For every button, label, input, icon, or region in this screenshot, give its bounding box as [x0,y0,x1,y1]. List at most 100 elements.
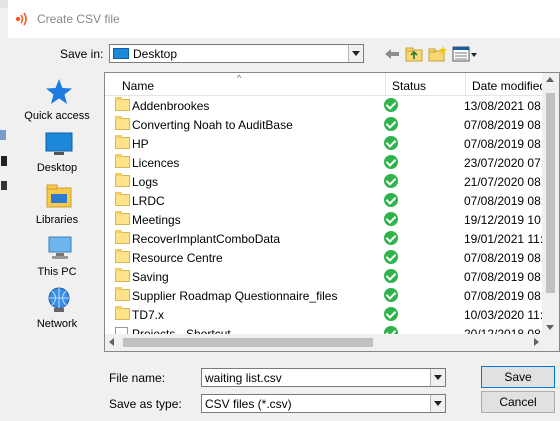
title-bar[interactable]: Create CSV file [8,0,560,38]
list-header: ^ Name Status Date modified [105,73,559,96]
save-button[interactable]: Save [481,366,555,388]
status-ok-icon [384,231,398,245]
folder-icon [115,211,130,225]
file-date-modified: 21/07/2020 08: [464,175,545,189]
folder-icon [115,116,130,130]
place-this-pc[interactable]: This PC [12,234,102,284]
status-ok-icon [384,288,398,302]
chevron-down-icon[interactable] [348,45,363,62]
place-desktop[interactable]: Desktop [12,130,102,180]
file-name: Supplier Roadmap Questionnaire_files [132,289,338,303]
table-row[interactable]: Addenbrookes 13/08/2021 08: [105,96,545,115]
file-date-modified: 23/07/2020 07: [464,156,545,170]
create-csv-dialog: Create CSV file Save in: Desktop Quick a… [8,0,560,421]
table-row[interactable]: Supplier Roadmap Questionnaire_files 07/0… [105,286,545,305]
status-ok-icon [384,269,398,283]
cancel-button[interactable]: Cancel [481,391,555,413]
file-date-modified: 07/08/2019 08: [464,118,545,132]
new-folder-icon[interactable] [428,45,448,63]
place-quick-access[interactable]: Quick access [12,78,102,128]
background-toolbar [0,0,8,8]
dialog-title: Create CSV file [37,12,120,26]
folder-icon [115,230,130,244]
status-ok-icon [384,212,398,226]
scroll-thumb[interactable] [123,338,373,347]
place-label: Network [36,318,78,330]
save-in-value: Desktop [133,47,178,61]
scrollbar-corner [542,334,559,351]
table-row[interactable]: HP 07/08/2019 08: [105,134,545,153]
background-fragment [1,181,7,190]
table-row[interactable]: Saving 07/08/2019 08: [105,267,545,286]
horizontal-scrollbar[interactable] [105,334,543,351]
save-as-type-dropdown[interactable]: CSV files (*.csv) [201,394,446,413]
computer-icon [48,236,72,259]
table-row[interactable]: Meetings 19/12/2019 10: [105,210,545,229]
place-label: Libraries [35,214,79,226]
column-divider[interactable] [385,73,386,95]
file-date-modified: 10/03/2020 11: [464,308,544,322]
file-name: Addenbrookes [132,99,210,113]
table-row[interactable]: LRDC 07/08/2019 08: [105,191,545,210]
view-menu-icon[interactable] [452,45,478,63]
file-list[interactable]: ^ Name Status Date modified Addenbrookes… [104,72,560,352]
column-header-status[interactable]: Status [392,79,426,93]
column-header-date[interactable]: Date modified [472,79,546,93]
chevron-down-icon[interactable] [430,369,445,386]
folder-icon [115,135,130,149]
file-name-label: File name: [109,371,166,385]
table-row[interactable]: Licences 23/07/2020 07: [105,153,545,172]
back-arrow-icon[interactable] [382,45,402,63]
table-row[interactable]: Logs 21/07/2020 08: [105,172,545,191]
folder-icon [115,306,130,320]
place-libraries[interactable]: Libraries [12,182,102,232]
network-icon [48,287,70,312]
scroll-thumb[interactable] [546,93,555,293]
place-label: This PC [37,266,77,278]
file-date-modified: 07/08/2019 08: [464,270,545,284]
status-ok-icon [384,193,398,207]
up-folder-icon[interactable] [405,45,423,63]
column-header-name[interactable]: Name [122,79,154,93]
column-divider[interactable] [465,73,466,95]
place-network[interactable]: Network [12,286,102,336]
folder-icon [115,287,130,301]
scroll-right-icon[interactable] [534,338,539,346]
file-date-modified: 07/08/2019 08: [464,289,545,303]
libraries-icon [46,184,72,208]
save-in-label: Save in: [60,47,104,61]
scroll-left-icon[interactable] [109,338,114,346]
file-date-modified: 13/08/2021 08: [464,99,545,113]
file-name: Logs [132,175,159,189]
folder-icon [115,268,130,282]
status-ok-icon [384,174,398,188]
table-row[interactable]: Resource Centre 07/08/2019 08: [105,248,545,267]
file-name: RecoverImplantComboData [132,232,281,246]
file-name-input[interactable]: waiting list.csv [201,368,446,387]
status-ok-icon [384,250,398,264]
file-name: Saving [132,270,169,284]
file-name: Resource Centre [132,251,223,265]
file-date-modified: 07/08/2019 08: [464,137,545,151]
scroll-down-icon[interactable] [546,325,554,330]
scroll-up-icon[interactable] [546,77,554,82]
file-name-value[interactable]: waiting list.csv [205,371,282,385]
app-logo-icon [15,12,27,26]
status-ok-icon [384,155,398,169]
desktop-icon [45,132,73,155]
file-name: LRDC [132,194,165,208]
star-icon [46,79,72,104]
desktop-folder-icon [113,48,129,59]
chevron-down-icon[interactable] [430,395,445,412]
file-name: Converting Noah to AuditBase [132,118,293,132]
status-ok-icon [384,98,398,112]
places-bar: Quick access Desktop Libraries This PC N… [12,72,102,352]
table-row[interactable]: Converting Noah to AuditBase 07/08/2019 0… [105,115,545,134]
save-as-type-value: CSV files (*.csv) [205,397,292,411]
save-in-dropdown[interactable]: Desktop [109,44,364,63]
table-row[interactable]: TD7.x 10/03/2020 11: [105,305,545,324]
vertical-scrollbar[interactable] [542,73,559,334]
background-fragment [1,156,7,166]
folder-icon [115,97,130,111]
table-row[interactable]: RecoverImplantComboData 19/01/2021 11: [105,229,545,248]
